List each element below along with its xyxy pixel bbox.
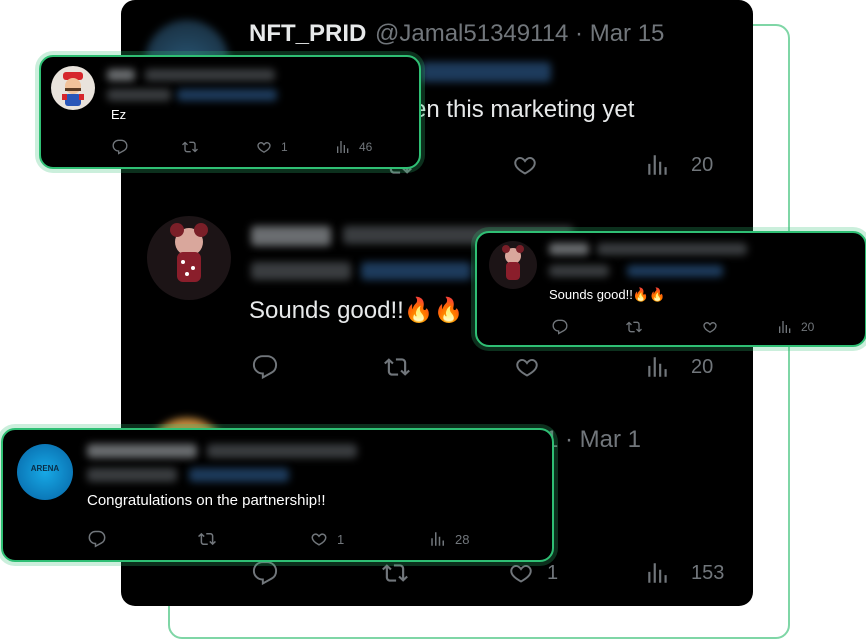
- avatar-image: [62, 72, 84, 106]
- avatar[interactable]: [147, 216, 231, 300]
- views-count: 20: [691, 153, 714, 176]
- retweet-icon: [626, 321, 642, 333]
- author-name[interactable]: NFT_PRID: [249, 20, 366, 48]
- reply-target[interactable]: [189, 468, 289, 482]
- like-icon: [257, 141, 271, 153]
- views-button[interactable]: 20: [645, 152, 713, 178]
- author-name[interactable]: [107, 69, 135, 81]
- like-button[interactable]: 1: [507, 560, 558, 586]
- author-name[interactable]: [251, 226, 331, 246]
- reply-button[interactable]: [87, 530, 107, 548]
- views-icon: [779, 321, 791, 333]
- replying-to: [549, 265, 609, 277]
- reply-icon: [552, 319, 568, 335]
- like-icon: [510, 564, 532, 583]
- views-button[interactable]: 153: [645, 560, 724, 586]
- reply-icon: [88, 530, 106, 548]
- author-handle[interactable]: [145, 69, 275, 81]
- avatar[interactable]: [51, 66, 95, 110]
- like-button[interactable]: [701, 319, 719, 335]
- reply-button[interactable]: [111, 139, 129, 155]
- reply-button[interactable]: [251, 354, 279, 380]
- reply-target: [421, 62, 551, 82]
- like-count: 1: [547, 561, 559, 584]
- author-name[interactable]: [87, 444, 197, 458]
- retweet-button[interactable]: [383, 354, 411, 380]
- replying-to: [107, 89, 171, 101]
- retweet-button[interactable]: [381, 560, 409, 586]
- views-icon: [648, 357, 667, 377]
- reply-icon: [252, 561, 278, 586]
- views-button[interactable]: 28: [429, 530, 469, 548]
- retweet-icon: [198, 532, 216, 546]
- views-button[interactable]: 20: [645, 354, 713, 380]
- views-count: 20: [801, 320, 815, 334]
- avatar-image: [170, 223, 208, 282]
- like-count: 1: [337, 531, 345, 547]
- reply-button[interactable]: [251, 560, 279, 586]
- views-count: 28: [455, 531, 470, 547]
- like-icon: [514, 156, 536, 175]
- tweet-actions: 20: [251, 354, 731, 382]
- replying-to: [87, 468, 177, 482]
- views-count: 153: [691, 561, 725, 584]
- author-name[interactable]: [549, 243, 589, 255]
- reply-icon: [112, 139, 128, 155]
- like-icon: [703, 321, 717, 333]
- reply-text: Sounds good!!🔥🔥: [549, 287, 666, 302]
- avatar-image: [502, 245, 524, 280]
- views-count: 20: [691, 355, 714, 378]
- reply-text: Congratulations on the partnership!!: [87, 492, 326, 509]
- views-icon: [648, 155, 667, 175]
- like-icon: [516, 358, 538, 377]
- like-button[interactable]: 1: [255, 139, 288, 155]
- author-handle[interactable]: [597, 243, 747, 255]
- views-button[interactable]: 46: [335, 139, 372, 155]
- views-icon: [337, 141, 349, 153]
- avatar-label: ARENA: [30, 464, 60, 473]
- tweet-text: en this marketing yet: [413, 96, 635, 123]
- like-icon: [311, 533, 327, 546]
- retweet-icon: [384, 358, 410, 376]
- views-icon: [431, 532, 444, 546]
- like-button[interactable]: 1: [309, 530, 344, 548]
- tweet-actions: 1 153: [251, 560, 731, 588]
- reply-target[interactable]: [361, 262, 471, 280]
- author-handle[interactable]: [207, 444, 357, 458]
- views-count: 46: [359, 140, 373, 154]
- views-icon: [648, 563, 667, 583]
- reply-button[interactable]: [551, 319, 569, 335]
- reply-card-congratulations: ARENA Congratulations on the partnership…: [1, 428, 554, 562]
- retweet-icon: [182, 141, 198, 153]
- retweet-button[interactable]: [181, 139, 199, 155]
- author-handle-date[interactable]: @Jamal51349114 · Mar 15: [375, 20, 664, 48]
- tweet-text: Sounds good!!🔥🔥: [249, 297, 464, 324]
- reply-target[interactable]: [627, 265, 723, 277]
- retweet-button[interactable]: [625, 319, 643, 335]
- reply-icon: [252, 355, 278, 380]
- views-button[interactable]: 20: [777, 319, 814, 335]
- avatar[interactable]: ARENA: [17, 444, 73, 500]
- retweet-icon: [382, 564, 408, 582]
- like-button[interactable]: [511, 152, 539, 178]
- reply-text: Ez: [111, 107, 127, 122]
- avatar[interactable]: [489, 241, 537, 289]
- replying-to: [251, 262, 351, 280]
- retweet-button[interactable]: [197, 530, 217, 548]
- like-button[interactable]: [513, 354, 541, 380]
- reply-card-ez: Ez 1 46: [39, 55, 421, 169]
- reply-target[interactable]: [177, 89, 277, 101]
- reply-card-sounds-good: Sounds good!!🔥🔥 20: [475, 231, 866, 347]
- like-count: 1: [281, 140, 288, 154]
- author-handle-date[interactable]: 1 · Mar 1: [545, 426, 641, 454]
